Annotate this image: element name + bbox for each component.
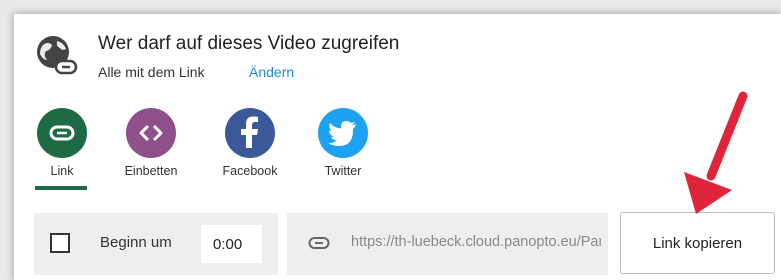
share-option-facebook[interactable]: Facebook (205, 108, 295, 188)
share-option-label: Twitter (324, 164, 362, 178)
start-time-input[interactable] (201, 225, 262, 263)
share-option-twitter[interactable]: Twitter (298, 108, 388, 188)
share-option-label: Link (50, 164, 74, 178)
globe-link-icon (37, 36, 78, 75)
dialog-title: Wer darf auf dieses Video zugreifen (98, 33, 400, 54)
selected-tab-indicator (35, 186, 87, 190)
link-icon (49, 125, 75, 141)
share-option-label: Facebook (222, 164, 278, 178)
share-url-text: https://th-luebeck.cloud.panopto.eu/Pano… (351, 234, 601, 250)
start-time-label: Beginn um (100, 234, 172, 251)
code-icon (139, 124, 163, 142)
start-time-checkbox[interactable] (50, 233, 70, 253)
share-option-embed[interactable]: Einbetten (106, 108, 196, 188)
twitter-icon (328, 121, 356, 146)
access-scope-text: Alle mit dem Link (98, 64, 205, 80)
copy-link-button[interactable]: Link kopieren (620, 212, 775, 274)
share-option-label: Einbetten (124, 164, 178, 178)
share-option-link[interactable]: Link (17, 108, 107, 188)
change-access-link[interactable]: Ändern (249, 64, 294, 80)
red-arrow-annotation (684, 91, 748, 214)
link-icon (308, 237, 330, 249)
facebook-icon (241, 116, 258, 148)
